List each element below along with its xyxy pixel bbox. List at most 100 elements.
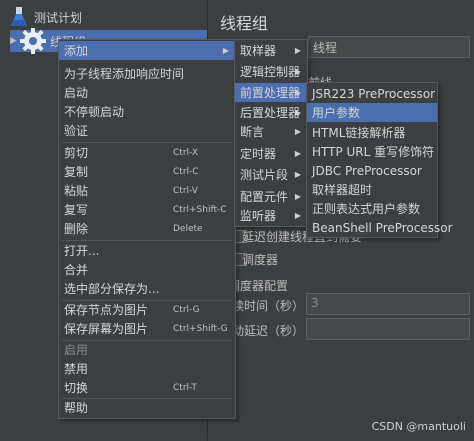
menu-item-save-selection-as[interactable]: 选中部分保存为... [59,279,235,298]
startup-delay-label: 动延迟（秒） [232,324,305,338]
menu-item-jsr223-preprocessor[interactable]: JSR223 PreProcessor [307,84,437,103]
tree-node-test-plan[interactable]: 测试计划 [10,6,82,28]
submenu-arrow-icon: ▶ [294,67,301,76]
submenu-arrow-icon: ▶ [222,46,229,55]
menu-item-pre-processors[interactable]: 前置处理器 ▶ [235,83,307,102]
submenu-arrow-icon: ▶ [294,170,301,179]
menu-item-test-fragment[interactable]: 测试片段 ▶ [235,165,307,184]
menu-item-copy[interactable]: 复制 Ctrl-C [59,162,235,181]
name-input-value: 线程 [313,41,338,55]
add-submenu: 取样器 ▶ 逻辑控制器 ▶ 前置处理器 ▶ 后置处理器 ▶ 断言 ▶ 定时器 ▶ 测试片段 ▶… [234,39,308,227]
shortcut-label: Ctrl-V [173,185,198,196]
menu-item-timers[interactable]: 定时器 ▶ [235,144,307,163]
menu-item-label: 监听器 [240,209,277,223]
menu-item-user-parameters[interactable]: 用户参数 [307,103,437,122]
expand-arrow-icon[interactable]: ▶ [10,36,20,46]
submenu-arrow-icon: ▶ [294,88,301,97]
menu-item-label: 定时器 [240,147,277,161]
menu-item-label: 后置处理器 [240,106,301,120]
menu-item-label: 复制 [64,165,89,179]
menu-item-beanshell-preprocessor[interactable]: BeanShell PreProcessor [307,218,453,237]
shortcut-label: Delete [173,223,203,234]
menu-item-label: 正则表达式用户参数 [312,202,421,216]
menu-item-save-node-image[interactable]: 保存节点为图片 Ctrl-G [59,300,235,319]
menu-item-label: HTTP URL 重写修饰符 [312,145,435,159]
menu-item-html-link-parser[interactable]: HTML链接解析器 [307,123,437,142]
page-title: 线程组 [220,14,269,33]
menu-item-label: 取样器超时 [312,183,373,197]
menu-item-label: 测试片段 [240,168,289,182]
menu-item-label: 前置处理器 [240,86,301,100]
menu-item-label: 帮助 [64,401,89,415]
menu-item-label: 合并 [64,263,89,277]
menu-item-label: 添加 [64,44,89,58]
menu-item-delete[interactable]: 删除 Delete [59,219,235,238]
watermark: CSDN @mantuoli [371,420,466,433]
submenu-arrow-icon: ▶ [294,149,301,158]
menu-item-validate[interactable]: 验证 [59,121,235,140]
menu-item-label: 复写 [64,203,89,217]
menu-item-cut[interactable]: 剪切 Ctrl-X [59,143,235,162]
scheduler-config-heading: 调度器配置 [228,279,289,293]
menu-item-label: 启动 [64,86,89,100]
menu-item-label: 逻辑控制器 [240,65,301,79]
submenu-arrow-icon: ▶ [294,127,301,136]
menu-item-start-no-pause[interactable]: 不停顿启动 [59,102,235,121]
menu-item-label: 取样器 [240,44,277,58]
menu-item-listener[interactable]: 监听器 ▶ [235,206,307,225]
menu-item-assertions[interactable]: 断言 ▶ [235,122,307,141]
menu-item-label: 保存节点为图片 [64,303,149,317]
submenu-arrow-icon: ▶ [294,192,301,201]
shortcut-label: Ctrl-C [173,166,199,177]
menu-item-merge[interactable]: 合并 [59,260,235,279]
submenu-arrow-icon: ▶ [294,211,301,220]
shortcut-label: Ctrl+Shift-C [173,204,227,215]
flask-icon [11,7,27,26]
menu-item-label: 验证 [64,124,89,138]
menu-item-save-screen-image[interactable]: 保存屏幕为图片 Ctrl+Shift-G [59,319,235,338]
submenu-arrow-icon: ▶ [294,46,301,55]
menu-item-paste[interactable]: 粘贴 Ctrl-V [59,181,235,200]
menu-item-start[interactable]: 启动 [59,83,235,102]
gear-icon [20,28,46,54]
menu-item-logic-controller[interactable]: 逻辑控制器 ▶ [235,62,307,81]
name-input[interactable]: 线程 [308,36,470,58]
menu-item-add-response-time[interactable]: 为子线程添加响应时间 [59,64,235,83]
menu-item-disable[interactable]: 禁用 [59,359,235,378]
menu-item-label: 配置元件 [240,190,289,204]
menu-item-label: 剪切 [64,146,89,160]
menu-item-label: 不停顿启动 [64,105,125,119]
menu-item-label: 选中部分保存为... [64,282,160,296]
shortcut-label: Ctrl-T [173,382,197,393]
menu-item-sample-timeout[interactable]: 取样器超时 [307,180,437,199]
shortcut-label: Ctrl-X [173,147,198,158]
menu-item-jdbc-preprocessor[interactable]: JDBC PreProcessor [307,161,437,180]
duration-label: 续时间（秒） [232,299,305,313]
menu-item-label: JDBC PreProcessor [312,163,422,178]
menu-item-help[interactable]: 帮助 [59,398,235,417]
menu-item-label: 禁用 [64,362,89,376]
menu-item-label: 断言 [240,125,265,139]
menu-item-config-element[interactable]: 配置元件 ▶ [235,187,307,206]
menu-item-label: 切换 [64,381,89,395]
menu-item-label: 删除 [64,222,89,236]
duration-input[interactable]: 3 [306,293,470,315]
menu-item-regex-user-parameters[interactable]: 正则表达式用户参数 [307,199,437,218]
menu-item-sampler[interactable]: 取样器 ▶ [235,41,307,60]
context-menu: 添加 ▶ 为子线程添加响应时间 启动 不停顿启动 验证 剪切 Ctrl-X 复制 C… [58,39,236,419]
menu-item-post-processors[interactable]: 后置处理器 ▶ [235,103,307,122]
menu-item-label: HTML链接解析器 [312,126,406,140]
menu-item-duplicate[interactable]: 复写 Ctrl+Shift-C [59,200,235,219]
duration-input-value: 3 [311,296,319,310]
menu-item-http-url-rewriting-modifier[interactable]: HTTP URL 重写修饰符 [307,142,437,161]
menu-item-add[interactable]: 添加 ▶ [59,41,235,60]
tree-node-label: 测试计划 [34,10,83,25]
menu-item-label: 保存屏幕为图片 [64,322,149,336]
shortcut-label: Ctrl+Shift-G [173,323,228,334]
menu-item-toggle[interactable]: 切换 Ctrl-T [59,378,235,397]
menu-item-enable[interactable]: 启用 [59,340,235,359]
menu-item-open[interactable]: 打开... [59,241,235,260]
menu-item-label: 打开... [64,244,100,258]
menu-item-label: 启用 [64,343,89,357]
startup-delay-input[interactable] [306,318,470,340]
